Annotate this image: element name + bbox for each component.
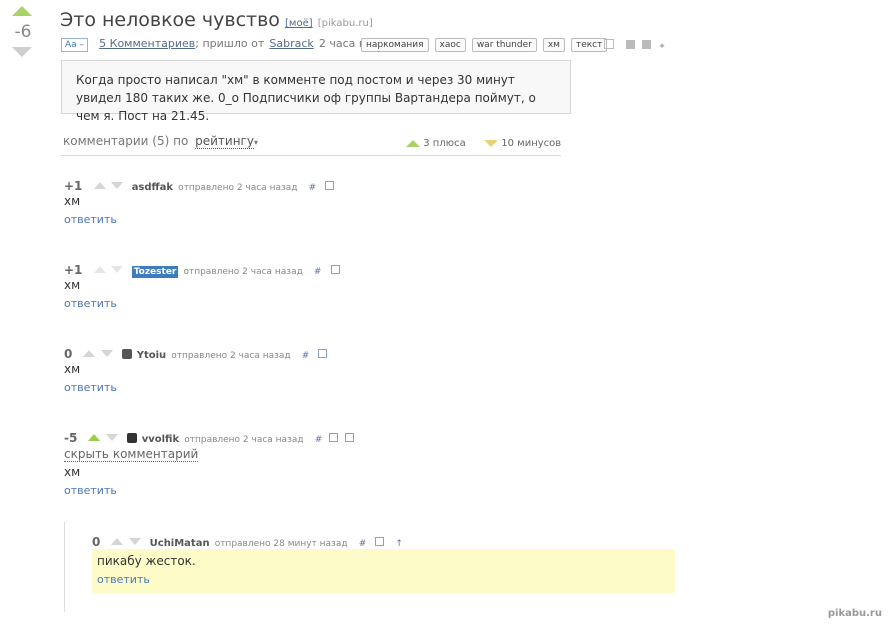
avatar [126,432,137,443]
permalink[interactable]: # [315,435,323,445]
upvote-icon[interactable] [83,350,96,357]
comment-author[interactable]: vvolfik [142,434,179,445]
reply-link[interactable]: ответить [64,297,117,310]
upvote-icon[interactable] [111,538,124,545]
upvote-icon[interactable] [88,434,101,441]
downvote-icon[interactable] [100,350,113,357]
comment-text: хм [64,465,81,479]
minuses-count[interactable]: 10 минусов [501,138,561,149]
comments-divider [61,155,561,156]
upvote-icon[interactable] [93,266,106,273]
tag-list: наркомания хаос war thunder хм текст [361,32,613,52]
hide-comment-link[interactable]: скрыть комментарий [64,447,199,462]
comment-author-badge[interactable]: Tozester [131,266,179,278]
comment-text: хм [64,194,81,208]
comments-header: комментарии (5) по рейтингу▾ [63,134,258,149]
sort-chevron-icon[interactable]: ▾ [254,138,258,147]
save-icon[interactable] [604,39,614,49]
downvote-icon[interactable] [105,434,118,441]
post-upvote-icon[interactable] [12,6,32,16]
rating-summary: 3 плюса 10 минусов [406,138,561,149]
watermark: pikabu.ru [827,608,882,619]
comment-author[interactable]: UchiMatan [150,538,210,549]
font-size-toggle[interactable]: Aa – [61,38,89,52]
reply-link[interactable]: ответить [64,381,117,394]
save-icon[interactable] [325,181,335,190]
post-author[interactable]: Sabrack [269,37,313,50]
permalink[interactable]: # [302,351,310,361]
minus-icon [484,139,499,147]
comment-header: -5 vvolfik отправлено 2 часа назад # [64,427,355,446]
comment-text: хм [64,278,81,292]
comment-score: -5 [64,431,78,445]
comment-time: отправлено 2 часа назад [184,435,304,445]
post-title[interactable]: Это неловкое чувство [60,9,280,31]
save-icon[interactable] [375,537,385,546]
comment-header: 0 UchiMatan отправлено 28 минут назад # … [92,531,403,550]
tag-item[interactable]: текст [570,38,608,52]
post-meta-row: Aa – 5 Комментариев; пришло от Sabrack 2… [61,32,393,52]
comment-time: отправлено 2 часа назад [178,183,298,193]
tag-item[interactable]: war thunder [471,38,537,52]
pluses-count[interactable]: 3 плюса [423,138,466,149]
comments-count-label: комментарии (5) по [63,134,189,148]
parent-arrow-icon[interactable]: ↑ [395,539,403,549]
save-icon[interactable] [330,265,340,274]
sort-select[interactable]: рейтингу [195,134,254,149]
comment-score: 0 [92,535,101,549]
comment-time: отправлено 2 часа назад [183,267,303,277]
plus-icon [406,139,420,147]
comment-score: 0 [64,347,73,361]
comments-link[interactable]: 5 Комментариев [99,37,195,50]
collapse-icon[interactable] [329,433,339,442]
comment-header: 0 Ytoiu отправлено 2 часа назад # [64,343,328,362]
post-body: Когда просто написал "хм" в комменте под… [61,60,571,123]
came-from-label: ; пришло от [195,37,265,50]
permalink[interactable]: # [309,183,317,193]
upvote-icon[interactable] [93,182,106,189]
post-downvote-icon[interactable] [12,47,32,57]
facebook-icon[interactable] [626,40,636,49]
permalink[interactable]: # [314,267,322,277]
vk-icon[interactable] [642,40,652,49]
reply-link[interactable]: ответить [64,484,117,497]
comment-text: хм [64,362,81,376]
comment-time: отправлено 2 часа назад [171,351,291,361]
reply-link[interactable]: ответить [97,573,150,586]
twitter-icon[interactable]: ✦ [658,42,666,52]
comment-header: +1 asdffak отправлено 2 часа назад # [64,175,335,194]
thread-line [64,522,65,612]
post-rating: -6 [14,22,32,42]
mine-tag[interactable]: [моё] [285,18,313,29]
share-icons: ✦ [604,34,666,53]
comment-author[interactable]: asdffak [132,182,173,193]
comment-time: отправлено 28 минут назад [214,539,348,549]
permalink[interactable]: # [359,539,367,549]
comment-header: +1 Tozester отправлено 2 часа назад # [64,259,340,278]
tag-item[interactable]: хаос [434,38,466,52]
tag-item[interactable]: хм [542,38,565,52]
downvote-icon[interactable] [110,266,123,273]
avatar [121,348,132,359]
save-icon[interactable] [345,433,355,442]
downvote-icon[interactable] [110,182,123,189]
post-title-row: Это неловкое чувство [моё] [pikabu.ru] [60,9,373,31]
comment-score: +1 [64,263,83,277]
reply-link[interactable]: ответить [64,213,117,226]
site-tag: [pikabu.ru] [317,18,373,29]
comment-author[interactable]: Ytoiu [137,350,166,361]
downvote-icon[interactable] [128,538,141,545]
comment-score: +1 [64,179,83,193]
comment-text: пикабу жесток. [97,554,196,568]
tag-item[interactable]: наркомания [361,38,429,52]
save-icon[interactable] [318,349,328,358]
